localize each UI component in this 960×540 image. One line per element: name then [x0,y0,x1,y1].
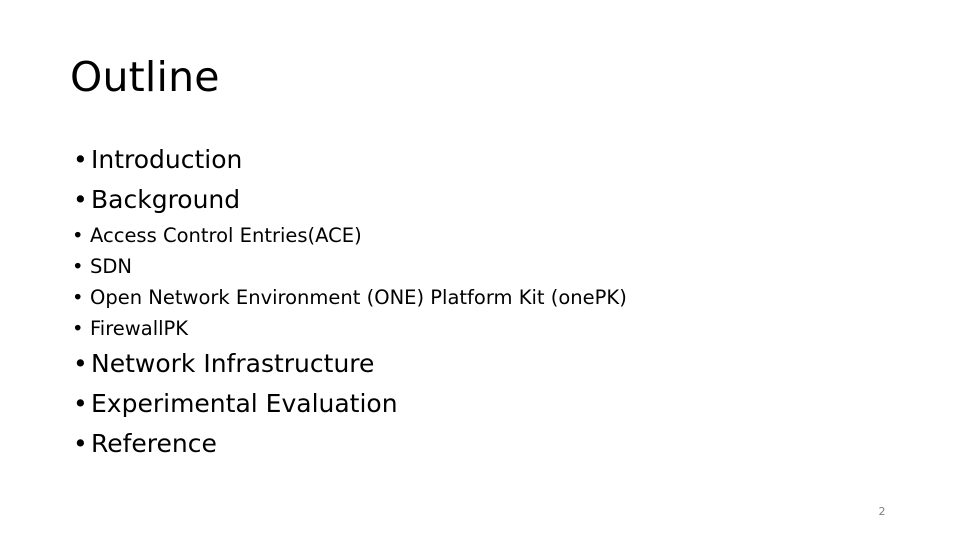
bullet-icon: • [72,255,84,278]
list-item-label: Open Network Environment (ONE) Platform … [90,286,627,309]
list-item-label: SDN [90,255,132,278]
outline-list-lower: • Network Infrastructure • Experimental … [70,344,890,464]
bullet-icon: • [73,389,88,418]
bullet-icon: • [72,317,84,340]
list-item-label: Reference [91,429,217,458]
bullet-icon: • [73,185,88,214]
list-item-label: Experimental Evaluation [91,389,398,418]
list-item-label: Background [91,185,241,214]
list-item-label: FirewallPK [90,317,189,340]
list-item-label: Access Control Entries(ACE) [90,224,362,247]
list-item[interactable]: • SDN [70,251,890,282]
outline-sublist-background: • Access Control Entries(ACE) • SDN • Op… [70,220,890,344]
list-item[interactable]: • Experimental Evaluation [70,384,890,424]
list-item-label: Introduction [91,145,243,174]
list-item[interactable]: • Background [70,180,890,220]
list-item[interactable]: • Introduction [70,140,890,180]
bullet-icon: • [73,145,88,174]
outline-body: • Introduction • Background • Access Con… [70,140,890,464]
list-item[interactable]: • FirewallPK [70,313,890,344]
list-item[interactable]: • Reference [70,424,890,464]
bullet-icon: • [72,224,84,247]
slide: Outline • Introduction • Background • Ac… [0,0,960,540]
page-title: Outline [70,53,220,101]
bullet-icon: • [72,286,84,309]
list-item[interactable]: • Open Network Environment (ONE) Platfor… [70,282,890,313]
bullet-icon: • [73,429,88,458]
list-item[interactable]: • Access Control Entries(ACE) [70,220,890,251]
outline-list-upper: • Introduction • Background [70,140,890,220]
list-item-label: Network Infrastructure [91,349,375,378]
page-number: 2 [878,505,886,518]
list-item[interactable]: • Network Infrastructure [70,344,890,384]
bullet-icon: • [73,349,88,378]
